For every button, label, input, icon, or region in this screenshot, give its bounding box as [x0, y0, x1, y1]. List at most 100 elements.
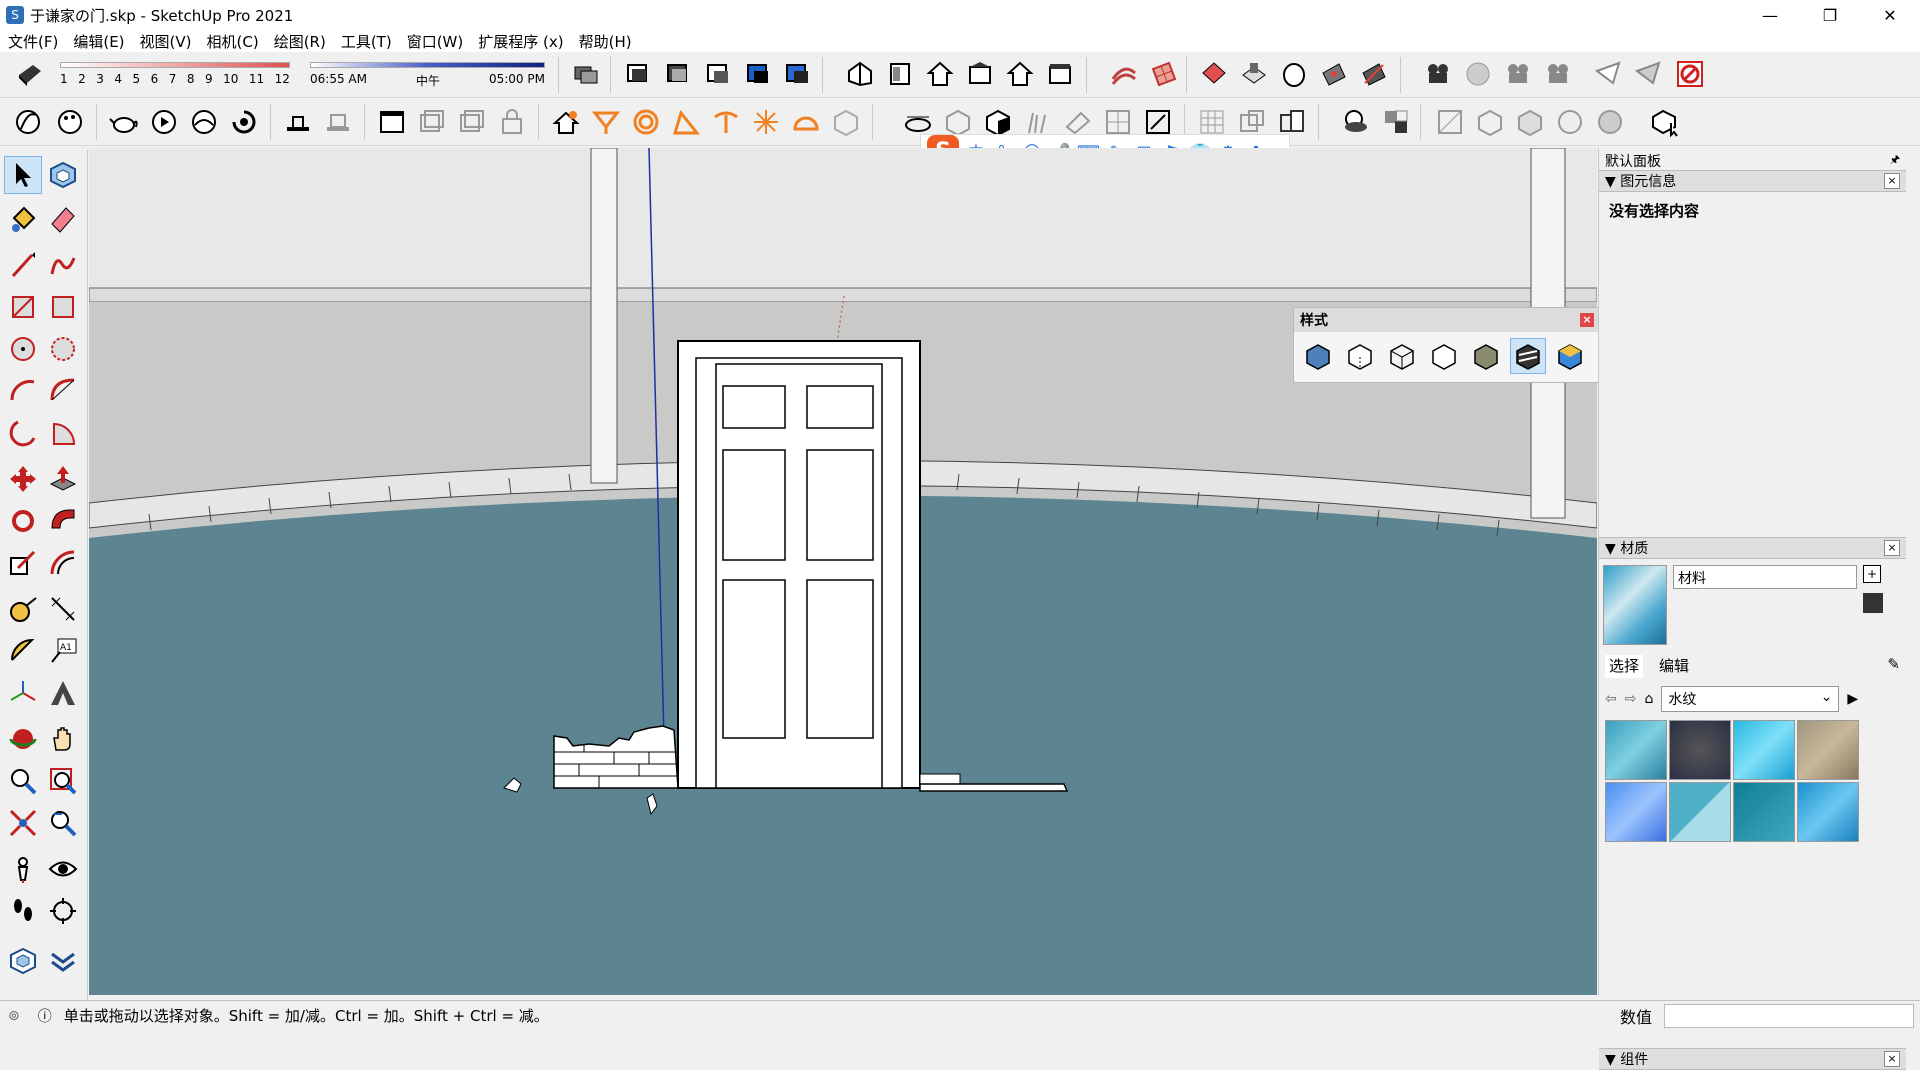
watermark-toggle-icon[interactable]: [1460, 56, 1496, 92]
menu-tools[interactable]: 工具(T): [333, 31, 399, 52]
styles-window-close-button[interactable]: ×: [1580, 313, 1594, 327]
omni-light-icon[interactable]: [748, 104, 784, 140]
components-close-icon[interactable]: ×: [1884, 1051, 1900, 1067]
extension-warehouse-icon[interactable]: [4, 942, 42, 980]
menu-camera[interactable]: 相机(C): [199, 31, 266, 52]
entity-info-header[interactable]: ▼ 图元信息 ×: [1599, 170, 1906, 192]
sample-paint-icon[interactable]: ✎: [1887, 655, 1900, 678]
material-swatch[interactable]: [1605, 782, 1667, 842]
walk-tool-icon[interactable]: [4, 892, 42, 930]
tape-measure-icon[interactable]: [4, 590, 42, 628]
arc-tool-icon[interactable]: [4, 372, 42, 410]
menu-file[interactable]: 文件(F): [0, 31, 65, 52]
polygon-tool-icon[interactable]: [44, 330, 82, 368]
zoom-extents-icon[interactable]: [4, 804, 42, 842]
zoom-window-icon[interactable]: [44, 762, 82, 800]
section-plane-icon[interactable]: [620, 56, 656, 92]
move-tool-icon[interactable]: [4, 460, 42, 498]
zoom-tool-icon[interactable]: [4, 762, 42, 800]
rect-light-icon[interactable]: [668, 104, 704, 140]
style-shaded-textures-icon[interactable]: [1510, 338, 1546, 374]
freehand-tool-icon[interactable]: [44, 246, 82, 284]
extension-paint-icon[interactable]: [52, 104, 88, 140]
protractor-icon[interactable]: [4, 632, 42, 670]
material-swatch[interactable]: [1797, 720, 1859, 780]
intersect-icon[interactable]: [1338, 104, 1374, 140]
section-planes-icon[interactable]: [780, 56, 816, 92]
front-view-icon[interactable]: [922, 56, 958, 92]
shadow-date-track[interactable]: [60, 62, 290, 68]
materials-header[interactable]: ▼ 材质 ×: [1599, 537, 1906, 559]
menu-window[interactable]: 窗口(W): [399, 31, 471, 52]
measurements-input[interactable]: [1664, 1004, 1914, 1028]
section-fill-icon[interactable]: [740, 56, 776, 92]
window-frame-icon[interactable]: [374, 104, 410, 140]
extension-manager-icon[interactable]: [44, 942, 82, 980]
tray-scrollbar[interactable]: [1906, 148, 1920, 995]
stop-icon[interactable]: [1672, 56, 1708, 92]
rotate-tool-icon[interactable]: [4, 502, 42, 540]
rectangle-tool-icon[interactable]: [4, 288, 42, 326]
components-header[interactable]: ▼ 组件 ×: [1599, 1048, 1906, 1070]
close-button[interactable]: ✕: [1860, 0, 1920, 30]
axes-tool-icon[interactable]: [4, 674, 42, 712]
style-shaded-mode-icon[interactable]: [1468, 338, 1504, 374]
scale-tool-icon[interactable]: [4, 544, 42, 582]
frame-buffer-icon[interactable]: [280, 104, 316, 140]
menu-view[interactable]: 视图(V): [132, 31, 199, 52]
materials-close-icon[interactable]: ×: [1884, 540, 1900, 556]
style-xray-icon[interactable]: [1300, 338, 1336, 374]
material-swatch[interactable]: [1669, 720, 1731, 780]
pie-tool-icon[interactable]: [44, 414, 82, 452]
sphere-light-icon[interactable]: [628, 104, 664, 140]
frame-buffer-gray-icon[interactable]: [320, 104, 356, 140]
dimension-tool-icon[interactable]: [44, 590, 82, 628]
pan-tool-icon[interactable]: [44, 720, 82, 758]
shadow-time-track[interactable]: [310, 62, 545, 68]
sandbox-add-detail-icon[interactable]: [1316, 56, 1352, 92]
interactive-render-icon[interactable]: [226, 104, 262, 140]
shadow-time-slider[interactable]: 06:55 AM 中午 05:00 PM: [310, 62, 545, 89]
dome-light-icon[interactable]: [788, 104, 824, 140]
right-view-icon[interactable]: [962, 56, 998, 92]
solid-tools-icon[interactable]: [1378, 104, 1414, 140]
section-plane-tool-icon[interactable]: [44, 892, 82, 930]
shadows-toggle-icon[interactable]: [12, 56, 48, 92]
orbit-tool-icon[interactable]: [4, 720, 42, 758]
model-viewport[interactable]: [89, 148, 1597, 995]
top-view-icon[interactable]: [882, 56, 918, 92]
iso-view-icon[interactable]: [842, 56, 878, 92]
ies-light-icon[interactable]: [708, 104, 744, 140]
material-swatch[interactable]: [1797, 782, 1859, 842]
paint-bucket-icon[interactable]: [4, 200, 42, 238]
create-material-icon[interactable]: +: [1863, 565, 1881, 583]
style-mono-icon[interactable]: [1592, 104, 1628, 140]
material-swatch[interactable]: [1669, 782, 1731, 842]
circle-tool-icon[interactable]: [4, 330, 42, 368]
line-tool-icon[interactable]: [4, 246, 42, 284]
info-icon[interactable]: ⓘ: [38, 1006, 52, 1026]
style-hidden-icon[interactable]: [1472, 104, 1508, 140]
spot-light-icon[interactable]: [588, 104, 624, 140]
component-select-icon[interactable]: [1648, 104, 1684, 140]
material-preview-thumbnail[interactable]: [1603, 565, 1667, 645]
style-textured-icon[interactable]: [1552, 104, 1588, 140]
tab-select[interactable]: 选择: [1605, 655, 1644, 678]
material-swatch[interactable]: [1733, 782, 1795, 842]
style-wireframe-mode-icon[interactable]: [1384, 338, 1420, 374]
material-swatch[interactable]: [1605, 720, 1667, 780]
window-gray-1-icon[interactable]: [414, 104, 450, 140]
push-pull-icon[interactable]: [44, 460, 82, 498]
camera-lock-icon[interactable]: [1630, 56, 1666, 92]
three-point-arc-icon[interactable]: [4, 414, 42, 452]
camera-frustum-icon[interactable]: [1590, 56, 1626, 92]
tab-edit[interactable]: 编辑: [1659, 655, 1689, 678]
sandbox-flip-edge-icon[interactable]: [1356, 56, 1392, 92]
house-light-icon[interactable]: [548, 104, 584, 140]
material-name-field[interactable]: 材料: [1673, 565, 1857, 589]
style-shaded-icon[interactable]: [1512, 104, 1548, 140]
layer-stack-icon[interactable]: [568, 56, 604, 92]
select-tool-icon[interactable]: [4, 156, 42, 194]
menu-help[interactable]: 帮助(H): [571, 31, 639, 52]
position-camera-icon[interactable]: [4, 850, 42, 888]
